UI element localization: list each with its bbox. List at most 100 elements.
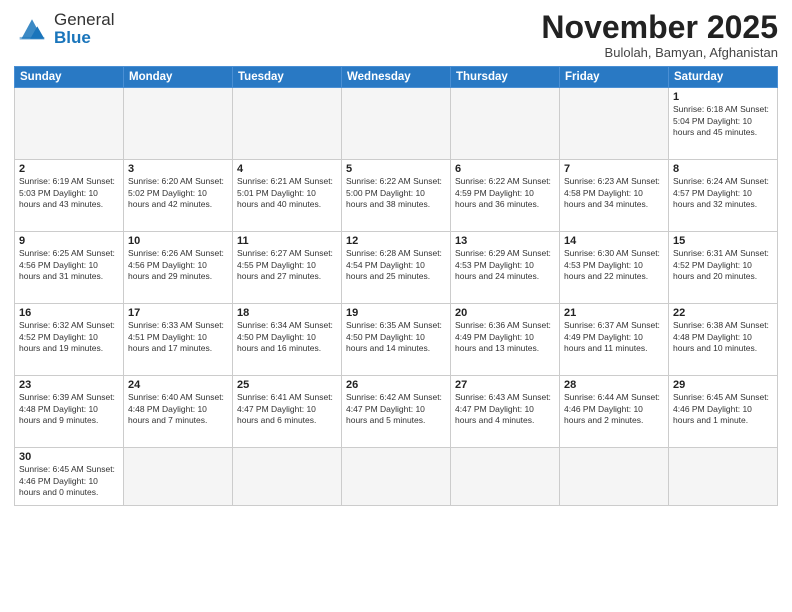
day-number: 24 xyxy=(128,379,228,391)
table-row xyxy=(124,88,233,160)
table-row: 3Sunrise: 6:20 AM Sunset: 5:02 PM Daylig… xyxy=(124,160,233,232)
table-row: 30Sunrise: 6:45 AM Sunset: 4:46 PM Dayli… xyxy=(15,448,124,506)
day-info: Sunrise: 6:38 AM Sunset: 4:48 PM Dayligh… xyxy=(673,320,773,354)
day-info: Sunrise: 6:21 AM Sunset: 5:01 PM Dayligh… xyxy=(237,176,337,210)
table-row: 6Sunrise: 6:22 AM Sunset: 4:59 PM Daylig… xyxy=(451,160,560,232)
day-info: Sunrise: 6:28 AM Sunset: 4:54 PM Dayligh… xyxy=(346,248,446,282)
table-row: 20Sunrise: 6:36 AM Sunset: 4:49 PM Dayli… xyxy=(451,304,560,376)
col-tuesday: Tuesday xyxy=(233,67,342,88)
table-row: 4Sunrise: 6:21 AM Sunset: 5:01 PM Daylig… xyxy=(233,160,342,232)
day-number: 18 xyxy=(237,307,337,319)
table-row: 11Sunrise: 6:27 AM Sunset: 4:55 PM Dayli… xyxy=(233,232,342,304)
table-row: 5Sunrise: 6:22 AM Sunset: 5:00 PM Daylig… xyxy=(342,160,451,232)
table-row xyxy=(560,448,669,506)
table-row: 23Sunrise: 6:39 AM Sunset: 4:48 PM Dayli… xyxy=(15,376,124,448)
day-number: 3 xyxy=(128,163,228,175)
day-info: Sunrise: 6:23 AM Sunset: 4:58 PM Dayligh… xyxy=(564,176,664,210)
table-row: 14Sunrise: 6:30 AM Sunset: 4:53 PM Dayli… xyxy=(560,232,669,304)
day-number: 22 xyxy=(673,307,773,319)
day-info: Sunrise: 6:24 AM Sunset: 4:57 PM Dayligh… xyxy=(673,176,773,210)
day-number: 25 xyxy=(237,379,337,391)
table-row: 28Sunrise: 6:44 AM Sunset: 4:46 PM Dayli… xyxy=(560,376,669,448)
table-row: 21Sunrise: 6:37 AM Sunset: 4:49 PM Dayli… xyxy=(560,304,669,376)
table-row: 7Sunrise: 6:23 AM Sunset: 4:58 PM Daylig… xyxy=(560,160,669,232)
day-info: Sunrise: 6:43 AM Sunset: 4:47 PM Dayligh… xyxy=(455,392,555,426)
day-info: Sunrise: 6:33 AM Sunset: 4:51 PM Dayligh… xyxy=(128,320,228,354)
day-number: 30 xyxy=(19,451,119,463)
table-row: 17Sunrise: 6:33 AM Sunset: 4:51 PM Dayli… xyxy=(124,304,233,376)
day-number: 7 xyxy=(564,163,664,175)
day-number: 4 xyxy=(237,163,337,175)
day-info: Sunrise: 6:34 AM Sunset: 4:50 PM Dayligh… xyxy=(237,320,337,354)
day-number: 13 xyxy=(455,235,555,247)
day-info: Sunrise: 6:26 AM Sunset: 4:56 PM Dayligh… xyxy=(128,248,228,282)
col-monday: Monday xyxy=(124,67,233,88)
col-sunday: Sunday xyxy=(15,67,124,88)
logo-text: General Blue xyxy=(54,10,114,47)
table-row: 9Sunrise: 6:25 AM Sunset: 4:56 PM Daylig… xyxy=(15,232,124,304)
table-row: 25Sunrise: 6:41 AM Sunset: 4:47 PM Dayli… xyxy=(233,376,342,448)
page: General Blue November 2025 Bulolah, Bamy… xyxy=(0,0,792,612)
day-info: Sunrise: 6:39 AM Sunset: 4:48 PM Dayligh… xyxy=(19,392,119,426)
day-number: 26 xyxy=(346,379,446,391)
table-row: 12Sunrise: 6:28 AM Sunset: 4:54 PM Dayli… xyxy=(342,232,451,304)
table-row: 27Sunrise: 6:43 AM Sunset: 4:47 PM Dayli… xyxy=(451,376,560,448)
table-row: 26Sunrise: 6:42 AM Sunset: 4:47 PM Dayli… xyxy=(342,376,451,448)
day-number: 15 xyxy=(673,235,773,247)
table-row: 18Sunrise: 6:34 AM Sunset: 4:50 PM Dayli… xyxy=(233,304,342,376)
day-info: Sunrise: 6:45 AM Sunset: 4:46 PM Dayligh… xyxy=(19,464,119,498)
table-row xyxy=(451,88,560,160)
day-number: 27 xyxy=(455,379,555,391)
day-info: Sunrise: 6:19 AM Sunset: 5:03 PM Dayligh… xyxy=(19,176,119,210)
col-thursday: Thursday xyxy=(451,67,560,88)
day-number: 23 xyxy=(19,379,119,391)
month-title: November 2025 xyxy=(541,10,778,45)
table-row xyxy=(560,88,669,160)
table-row: 24Sunrise: 6:40 AM Sunset: 4:48 PM Dayli… xyxy=(124,376,233,448)
day-info: Sunrise: 6:37 AM Sunset: 4:49 PM Dayligh… xyxy=(564,320,664,354)
day-info: Sunrise: 6:20 AM Sunset: 5:02 PM Dayligh… xyxy=(128,176,228,210)
table-row: 2Sunrise: 6:19 AM Sunset: 5:03 PM Daylig… xyxy=(15,160,124,232)
day-info: Sunrise: 6:35 AM Sunset: 4:50 PM Dayligh… xyxy=(346,320,446,354)
day-info: Sunrise: 6:25 AM Sunset: 4:56 PM Dayligh… xyxy=(19,248,119,282)
day-info: Sunrise: 6:30 AM Sunset: 4:53 PM Dayligh… xyxy=(564,248,664,282)
table-row xyxy=(342,448,451,506)
table-row xyxy=(451,448,560,506)
day-info: Sunrise: 6:44 AM Sunset: 4:46 PM Dayligh… xyxy=(564,392,664,426)
day-number: 5 xyxy=(346,163,446,175)
day-number: 2 xyxy=(19,163,119,175)
day-info: Sunrise: 6:31 AM Sunset: 4:52 PM Dayligh… xyxy=(673,248,773,282)
day-info: Sunrise: 6:32 AM Sunset: 4:52 PM Dayligh… xyxy=(19,320,119,354)
day-number: 11 xyxy=(237,235,337,247)
table-row xyxy=(124,448,233,506)
table-row: 15Sunrise: 6:31 AM Sunset: 4:52 PM Dayli… xyxy=(669,232,778,304)
day-number: 1 xyxy=(673,91,773,103)
table-row xyxy=(233,88,342,160)
table-row xyxy=(342,88,451,160)
table-row xyxy=(669,448,778,506)
day-info: Sunrise: 6:41 AM Sunset: 4:47 PM Dayligh… xyxy=(237,392,337,426)
day-number: 9 xyxy=(19,235,119,247)
day-number: 12 xyxy=(346,235,446,247)
day-number: 10 xyxy=(128,235,228,247)
day-number: 16 xyxy=(19,307,119,319)
table-row: 1Sunrise: 6:18 AM Sunset: 5:04 PM Daylig… xyxy=(669,88,778,160)
logo-icon xyxy=(14,14,50,44)
day-info: Sunrise: 6:36 AM Sunset: 4:49 PM Dayligh… xyxy=(455,320,555,354)
day-info: Sunrise: 6:27 AM Sunset: 4:55 PM Dayligh… xyxy=(237,248,337,282)
table-row: 22Sunrise: 6:38 AM Sunset: 4:48 PM Dayli… xyxy=(669,304,778,376)
day-number: 8 xyxy=(673,163,773,175)
calendar-header-row: Sunday Monday Tuesday Wednesday Thursday… xyxy=(15,67,778,88)
day-number: 28 xyxy=(564,379,664,391)
table-row: 10Sunrise: 6:26 AM Sunset: 4:56 PM Dayli… xyxy=(124,232,233,304)
table-row: 19Sunrise: 6:35 AM Sunset: 4:50 PM Dayli… xyxy=(342,304,451,376)
calendar-table: Sunday Monday Tuesday Wednesday Thursday… xyxy=(14,66,778,506)
day-info: Sunrise: 6:22 AM Sunset: 4:59 PM Dayligh… xyxy=(455,176,555,210)
day-info: Sunrise: 6:18 AM Sunset: 5:04 PM Dayligh… xyxy=(673,104,773,138)
day-number: 19 xyxy=(346,307,446,319)
table-row xyxy=(15,88,124,160)
day-number: 29 xyxy=(673,379,773,391)
col-saturday: Saturday xyxy=(669,67,778,88)
table-row: 29Sunrise: 6:45 AM Sunset: 4:46 PM Dayli… xyxy=(669,376,778,448)
col-wednesday: Wednesday xyxy=(342,67,451,88)
